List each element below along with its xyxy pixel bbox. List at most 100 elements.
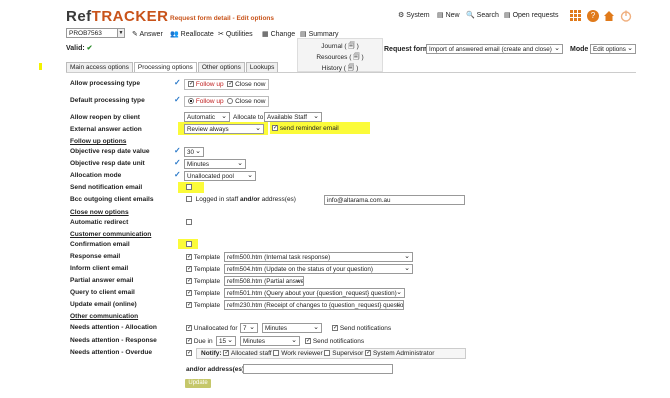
- due-num-select[interactable]: 15: [216, 336, 236, 346]
- sysadmin-checkbox[interactable]: [365, 350, 372, 357]
- label-needs-attention-allocation: Needs attention - Allocation: [70, 324, 157, 331]
- change-button[interactable]: ▦ Change: [262, 30, 295, 38]
- users-icon: 👥: [170, 31, 179, 38]
- response-email-row: Template: [186, 254, 220, 261]
- follow-up-checkbox[interactable]: [188, 81, 194, 88]
- notify-panel: Notify: Allocated staff Work reviewer Su…: [196, 348, 466, 359]
- chevron-down-icon[interactable]: ▼: [117, 28, 125, 38]
- unallocated-unit-select[interactable]: Minutes: [262, 323, 322, 333]
- label-send-notification-email: Send notification email: [70, 184, 143, 191]
- update-template-select[interactable]: refm230.htm (Receipt of changes to {ques…: [224, 300, 404, 310]
- partial-email-row: Template: [186, 278, 220, 285]
- label-objective-resp-value: Objective resp date value: [70, 148, 150, 155]
- send-notification-checkbox[interactable]: [186, 184, 192, 191]
- summary-button[interactable]: ▤ Summary: [300, 30, 339, 38]
- page-subtitle: Request form detail - Edit options: [170, 15, 275, 22]
- menu-item-journal[interactable]: Journal ( 🗐 ): [298, 41, 382, 52]
- tab-other[interactable]: Other options: [197, 62, 245, 72]
- allocate-to-select[interactable]: Available Staff: [264, 112, 322, 122]
- answer-button[interactable]: ✎ Answer: [132, 30, 163, 38]
- automatic-redirect-checkbox[interactable]: [186, 219, 192, 226]
- unallocated-num-select[interactable]: 7: [240, 323, 258, 333]
- reopen-select[interactable]: Automatic: [184, 112, 230, 122]
- open-requests-link[interactable]: ▤ Open requests: [504, 11, 559, 19]
- power-icon[interactable]: [620, 10, 632, 24]
- label-objective-resp-unit: Objective resp date unit: [70, 160, 145, 167]
- label-allow-reopen: Allow reopen by client: [70, 114, 140, 121]
- close-now-radio[interactable]: [227, 98, 234, 105]
- due-checkbox[interactable]: [186, 338, 192, 345]
- request-form-select[interactable]: Import of answered email (create and clo…: [426, 44, 563, 54]
- label-default-processing-type: Default processing type: [70, 97, 145, 104]
- overdue-row: [186, 350, 192, 357]
- follow-up-radio[interactable]: [188, 98, 194, 105]
- and-or-addresses-label: and/or address(es): [186, 366, 245, 373]
- mode-select[interactable]: Edit options: [590, 44, 636, 54]
- query-email-checkbox[interactable]: [186, 290, 192, 297]
- home-icon[interactable]: [603, 10, 615, 24]
- menu-item-resources[interactable]: Resources ( 🗐 ): [298, 52, 382, 63]
- objective-unit-select[interactable]: Minutes: [184, 159, 246, 169]
- objective-value-select[interactable]: 30: [184, 147, 204, 157]
- overdue-addresses-input[interactable]: [243, 364, 393, 374]
- search-icon: 🔍: [466, 12, 475, 19]
- bcc-options: Logged in staff and/or address(es): [186, 196, 296, 203]
- inform-template-select[interactable]: refm504.htm (Update on the status of you…: [224, 264, 413, 274]
- apps-grid-icon[interactable]: [570, 10, 581, 23]
- request-id-field[interactable]: PROB7563: [66, 28, 124, 38]
- due-send-notifications-checkbox[interactable]: [305, 338, 311, 345]
- summary-menu: Journal ( 🗐 ) Resources ( 🗐 ) History ( …: [297, 38, 383, 72]
- allocate-to-label: Allocate to: [233, 114, 264, 121]
- search-link[interactable]: 🔍 Search: [466, 11, 499, 19]
- update-email-row: Template: [186, 302, 220, 309]
- gear-icon: ⚙: [398, 12, 405, 19]
- change-icon: ▦: [262, 31, 269, 38]
- label-bcc-outgoing: Bcc outgoing client emails: [70, 196, 154, 203]
- system-link[interactable]: ⚙ System: [398, 11, 430, 19]
- supervisor-checkbox[interactable]: [324, 350, 331, 357]
- help-icon[interactable]: ?: [587, 10, 599, 22]
- due-notify: Send notifications: [305, 338, 364, 345]
- work-reviewer-checkbox[interactable]: [273, 350, 280, 357]
- update-button[interactable]: Update: [185, 379, 211, 388]
- allocated-staff-checkbox[interactable]: [223, 350, 230, 357]
- label-follow-up-options: Follow up options: [70, 138, 127, 145]
- response-email-checkbox[interactable]: [186, 254, 192, 261]
- close-now-checkbox[interactable]: [227, 81, 234, 88]
- response-template-select[interactable]: refm500.htm (Internal task response): [224, 252, 413, 262]
- label-other-communication: Other communication: [70, 313, 139, 320]
- due-row: Due in: [186, 338, 213, 345]
- inform-email-checkbox[interactable]: [186, 266, 192, 273]
- logged-in-staff-checkbox[interactable]: [186, 196, 192, 203]
- unallocated-checkbox[interactable]: [186, 325, 192, 332]
- qutilities-button[interactable]: ✂ Qutilities: [218, 30, 253, 38]
- reallocate-button[interactable]: 👥 Reallocate: [170, 30, 214, 38]
- tab-main-access[interactable]: Main access options: [66, 62, 133, 72]
- partial-template-select[interactable]: refm508.htm (Partial answer): [224, 276, 304, 286]
- allocation-mode-select[interactable]: Unallocated pool: [184, 171, 256, 181]
- overdue-checkbox[interactable]: [186, 350, 192, 357]
- request-form-label: Request form: [384, 46, 430, 53]
- tab-lookups[interactable]: Lookups: [245, 62, 279, 72]
- label-close-now-options: Close now options: [70, 209, 129, 216]
- mode-label: Mode: [570, 46, 589, 53]
- tab-divider: [66, 72, 636, 73]
- partial-email-checkbox[interactable]: [186, 278, 192, 285]
- query-template-select[interactable]: refm501.htm (Query about your {question_…: [224, 288, 405, 298]
- external-answer-select[interactable]: Review always: [184, 124, 264, 134]
- update-email-checkbox[interactable]: [186, 302, 192, 309]
- bcc-address-input[interactable]: info@altarama.com.au: [324, 195, 465, 205]
- label-partial-answer-email: Partial answer email: [70, 277, 134, 284]
- confirmation-email-checkbox[interactable]: [186, 241, 192, 248]
- label-confirmation-email: Confirmation email: [70, 241, 130, 248]
- due-unit-select[interactable]: Minutes: [240, 336, 300, 346]
- tab-bar: Main access options Processing options Oth…: [66, 62, 279, 72]
- send-notifications-checkbox[interactable]: [332, 325, 338, 332]
- send-reminder-checkbox[interactable]: [272, 125, 278, 132]
- check-icon: ✓: [174, 146, 181, 155]
- tab-processing[interactable]: Processing options: [133, 62, 197, 72]
- label-needs-attention-overdue: Needs attention - Overdue: [70, 349, 153, 356]
- unallocated-notify: Send notifications: [332, 325, 391, 332]
- new-link[interactable]: ▤ New: [437, 11, 460, 19]
- new-icon: ▤: [437, 12, 444, 19]
